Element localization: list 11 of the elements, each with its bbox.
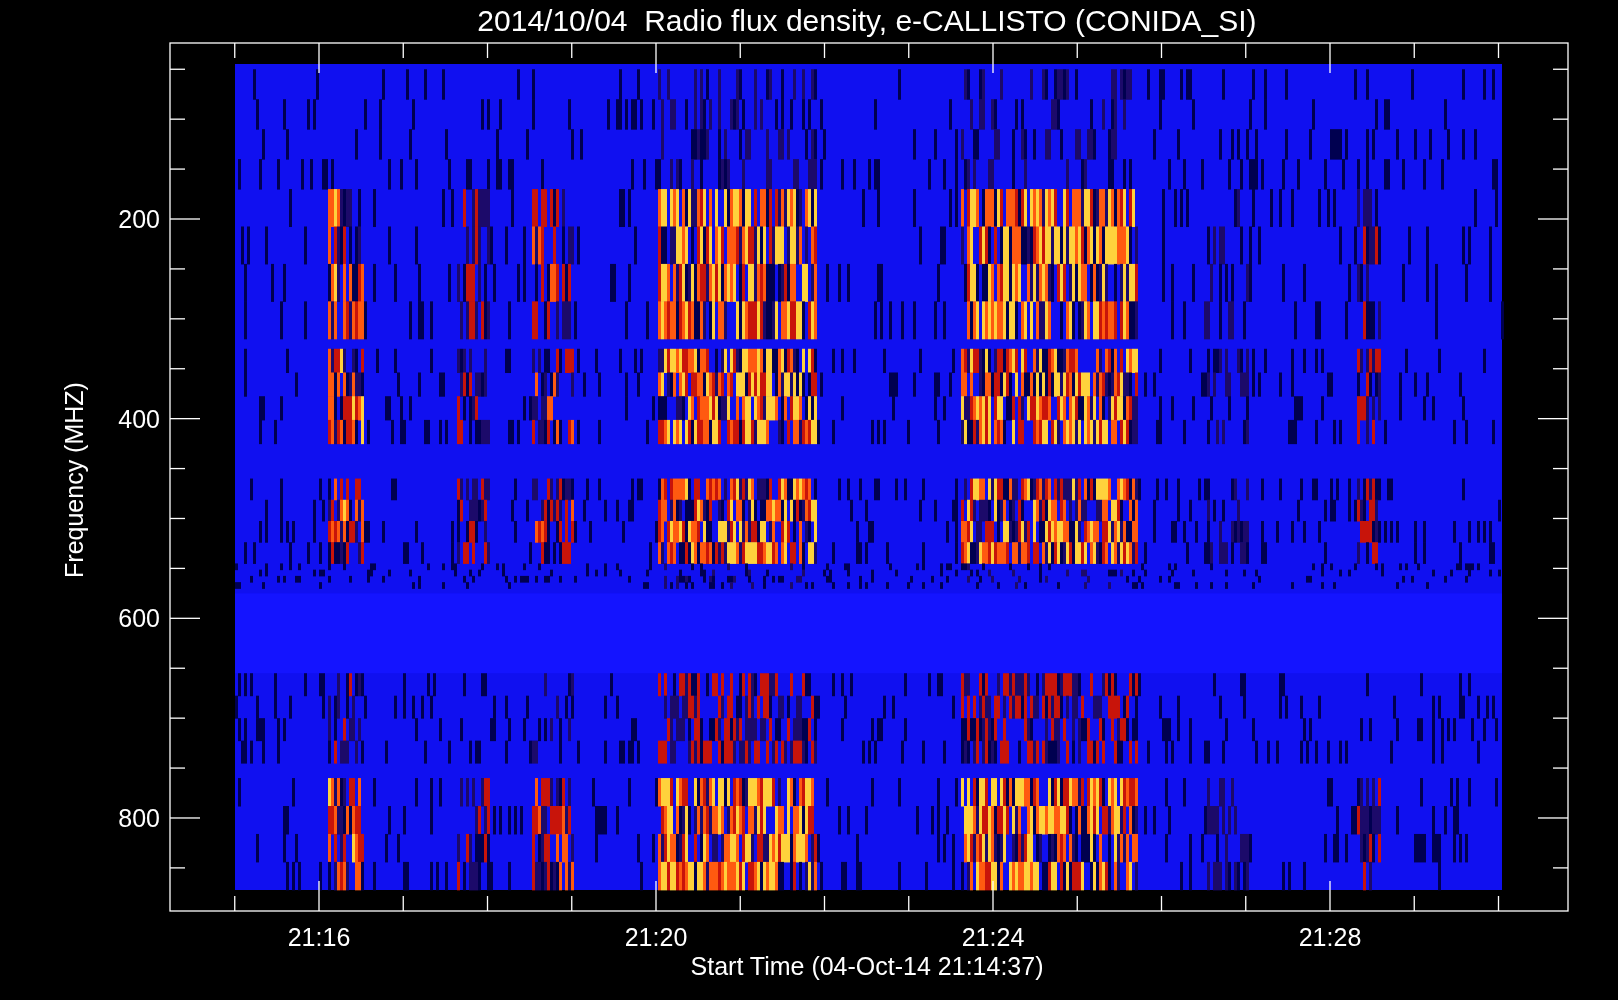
y-axis-label: Frequency (MHZ) xyxy=(60,382,88,578)
x-tick-label: 21:20 xyxy=(624,923,688,951)
y-tick-label: 200 xyxy=(118,205,160,233)
y-tick-label: 800 xyxy=(118,804,160,832)
x-tick-label: 21:16 xyxy=(287,923,351,951)
x-axis-label: Start Time (04-Oct-14 21:14:37) xyxy=(690,952,1044,980)
x-tick-label: 21:24 xyxy=(961,923,1025,951)
chart-title: 2014/10/04 Radio flux density, e-CALLISTO (CONIDA_SI) xyxy=(477,4,1257,37)
y-tick-label: 400 xyxy=(118,404,160,433)
x-tick-label: 21:28 xyxy=(1298,923,1362,951)
y-tick-label: 600 xyxy=(118,604,160,633)
